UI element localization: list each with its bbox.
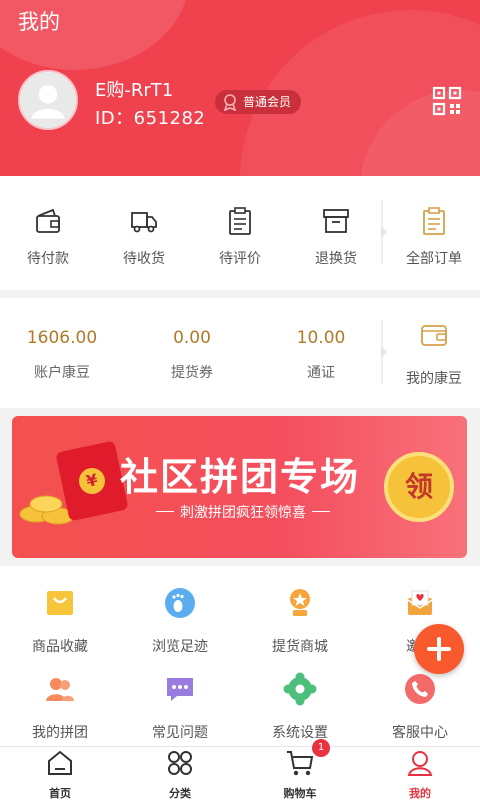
order-label: 退换货 bbox=[315, 251, 357, 267]
asset-label: 账户康豆 bbox=[34, 365, 90, 381]
envelope-symbol: ¥ bbox=[76, 465, 108, 497]
divider-arrow bbox=[381, 346, 387, 358]
order-shortcuts: 待付款 待收货 待评价 退换货 全部订单 bbox=[0, 176, 480, 290]
asset-value: 1606.00 bbox=[26, 328, 98, 348]
medal-icon bbox=[223, 94, 237, 111]
tab-home[interactable]: 首页 bbox=[0, 747, 120, 800]
group-icon bbox=[46, 678, 74, 701]
username: E购-RrT1 bbox=[95, 80, 174, 101]
asset-value: 10.00 bbox=[296, 328, 346, 348]
service-grid: 商品收藏 浏览足迹 提货商城 邀请 bbox=[0, 566, 480, 746]
service-label: 常见问题 bbox=[152, 725, 208, 741]
tab-label: 分类 bbox=[169, 787, 191, 800]
footprint-icon bbox=[165, 588, 195, 618]
qr-code-icon[interactable] bbox=[432, 86, 462, 116]
category-icon bbox=[168, 751, 192, 775]
bag-icon bbox=[47, 591, 73, 615]
banner-title: 社区拼团专场 bbox=[120, 455, 361, 499]
bottom-nav: 首页 分类 1 购物车 我的 bbox=[0, 739, 480, 800]
wallet-label: 我的康豆 bbox=[406, 371, 462, 387]
service-label: 客服中心 bbox=[392, 725, 448, 741]
asset-account-beans[interactable]: 1606.00 账户康豆 bbox=[2, 328, 122, 382]
service-label: 商品收藏 bbox=[32, 639, 88, 655]
order-pending-review[interactable]: 待评价 bbox=[192, 206, 288, 268]
banner-subtitle: 刺激拼团疯狂领惊喜 bbox=[156, 502, 330, 522]
order-pending-payment[interactable]: 待付款 bbox=[0, 206, 96, 268]
truck-icon bbox=[131, 212, 157, 233]
member-badge[interactable]: 普通会员 bbox=[215, 90, 302, 114]
medal-icon bbox=[290, 589, 310, 616]
cart-count-badge: 1 bbox=[312, 739, 330, 757]
invite-mail-icon bbox=[407, 590, 433, 615]
wallet-icon bbox=[36, 208, 60, 233]
service-settings[interactable]: 系统设置 bbox=[240, 672, 360, 742]
phone-icon bbox=[405, 674, 435, 704]
wallet-icon bbox=[421, 325, 447, 346]
service-label: 提货商城 bbox=[272, 639, 328, 655]
service-label: 我的拼团 bbox=[32, 725, 88, 741]
user-id: ID：651282 bbox=[95, 108, 206, 129]
tab-label: 购物车 bbox=[283, 787, 317, 800]
order-label: 待评价 bbox=[219, 251, 261, 267]
asset-value: 0.00 bbox=[173, 328, 211, 348]
box-icon bbox=[323, 209, 349, 233]
claim-coin-icon: 领 bbox=[384, 452, 454, 522]
order-label: 待收货 bbox=[123, 251, 165, 267]
promo-banner[interactable]: ¥ 社区拼团专场 刺激拼团疯狂领惊喜 领 bbox=[12, 416, 467, 558]
settings-icon bbox=[283, 672, 317, 706]
profile-header: 我的 E购-RrT1 ID：651282 普通会员 bbox=[0, 0, 480, 176]
asset-tokens[interactable]: 10.00 通证 bbox=[261, 328, 381, 382]
order-label: 待付款 bbox=[27, 251, 69, 267]
service-my-groups[interactable]: 我的拼团 bbox=[0, 672, 120, 742]
asset-label: 提货券 bbox=[171, 365, 213, 381]
service-pickup-mall[interactable]: 提货商城 bbox=[240, 586, 360, 656]
home-icon bbox=[48, 750, 72, 775]
service-customer-center[interactable]: 客服中心 bbox=[360, 672, 480, 742]
tab-category[interactable]: 分类 bbox=[120, 747, 240, 800]
red-envelope-icon: ¥ bbox=[55, 440, 129, 522]
tab-mine[interactable]: 我的 bbox=[360, 747, 480, 800]
page-title: 我的 bbox=[18, 10, 60, 34]
avatar[interactable] bbox=[18, 70, 78, 130]
user-avatar-icon bbox=[20, 72, 76, 128]
tab-label: 首页 bbox=[49, 787, 71, 800]
floating-add-button[interactable] bbox=[414, 624, 464, 674]
tab-cart[interactable]: 1 购物车 bbox=[240, 739, 360, 800]
order-all[interactable]: 全部订单 bbox=[386, 206, 480, 268]
my-beans-button[interactable]: 我的康豆 bbox=[392, 320, 476, 388]
clipboard-icon bbox=[229, 207, 251, 235]
order-pending-delivery[interactable]: 待收货 bbox=[96, 206, 192, 268]
service-label: 系统设置 bbox=[272, 725, 328, 741]
chat-icon bbox=[167, 678, 193, 701]
tab-label: 我的 bbox=[409, 787, 431, 800]
service-favorites[interactable]: 商品收藏 bbox=[0, 586, 120, 656]
order-label: 全部订单 bbox=[406, 251, 462, 267]
asset-summary: 1606.00 账户康豆 0.00 提货券 10.00 通证 我的康豆 bbox=[0, 298, 480, 408]
order-returns[interactable]: 退换货 bbox=[288, 206, 384, 268]
service-history[interactable]: 浏览足迹 bbox=[120, 586, 240, 656]
user-icon bbox=[407, 751, 433, 776]
service-faq[interactable]: 常见问题 bbox=[120, 672, 240, 742]
asset-vouchers[interactable]: 0.00 提货券 bbox=[132, 328, 252, 382]
asset-label: 通证 bbox=[307, 365, 335, 381]
orders-icon bbox=[423, 207, 445, 235]
member-level-label: 普通会员 bbox=[243, 95, 292, 109]
cart-icon bbox=[287, 751, 314, 776]
service-label: 浏览足迹 bbox=[152, 639, 208, 655]
